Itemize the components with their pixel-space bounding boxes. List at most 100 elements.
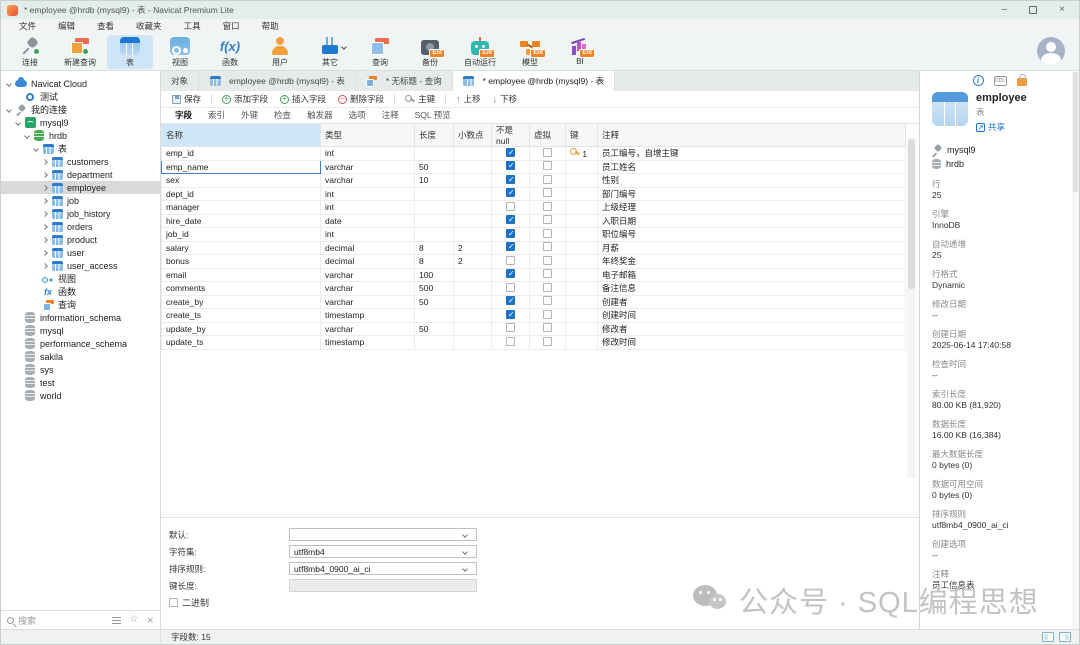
- unchecked-checkbox[interactable]: [543, 188, 552, 197]
- cell-key[interactable]: [566, 268, 598, 282]
- cell-not-null[interactable]: [492, 147, 530, 161]
- field-row-emp_name[interactable]: emp_namevarchar50员工姓名: [162, 160, 906, 174]
- menu-item-帮助[interactable]: 帮助: [252, 19, 289, 33]
- cell-length[interactable]: [415, 201, 454, 215]
- chevron-down-icon[interactable]: [6, 81, 12, 87]
- subtab-字段[interactable]: 字段: [167, 107, 200, 123]
- cell-decimals[interactable]: [454, 228, 492, 242]
- toolbar-button-用户[interactable]: 用户: [257, 35, 303, 69]
- column-header-注释[interactable]: 注释: [598, 124, 906, 147]
- cell-name[interactable]: bonus: [162, 255, 321, 269]
- tree-item-user_access[interactable]: user_access: [1, 259, 160, 272]
- document-tab[interactable]: employee @hrdb (mysql9) - 表: [199, 71, 356, 91]
- cell-not-null[interactable]: [492, 309, 530, 323]
- field-row-hire_date[interactable]: hire_datedate入职日期: [162, 214, 906, 228]
- chevron-right-icon[interactable]: [42, 263, 48, 269]
- tree-item-Navicat Cloud[interactable]: Navicat Cloud: [1, 77, 160, 90]
- cell-name[interactable]: dept_id: [162, 187, 321, 201]
- binary-checkbox[interactable]: [169, 598, 178, 607]
- column-header-名称[interactable]: 名称: [162, 124, 321, 147]
- unchecked-checkbox[interactable]: [543, 148, 552, 157]
- cell-virtual[interactable]: [530, 228, 566, 242]
- cell-key[interactable]: [566, 336, 598, 350]
- checked-checkbox[interactable]: [506, 161, 515, 170]
- filter-icon[interactable]: [112, 617, 121, 624]
- unchecked-checkbox[interactable]: [543, 310, 552, 319]
- cell-decimals[interactable]: 2: [454, 255, 492, 269]
- cell-comment[interactable]: 备注信息: [598, 282, 906, 296]
- key-length-input[interactable]: [289, 579, 477, 592]
- cell-type[interactable]: decimal: [321, 241, 415, 255]
- cell-virtual[interactable]: [530, 268, 566, 282]
- menu-item-收藏夹[interactable]: 收藏夹: [126, 19, 172, 33]
- cell-not-null[interactable]: [492, 174, 530, 188]
- cell-virtual[interactable]: [530, 160, 566, 174]
- cell-type[interactable]: varchar: [321, 282, 415, 296]
- chevron-down-icon[interactable]: [15, 120, 21, 126]
- cell-name[interactable]: emp_id: [162, 147, 321, 161]
- cell-length[interactable]: [415, 147, 454, 161]
- unchecked-checkbox[interactable]: [543, 242, 552, 251]
- form-select[interactable]: utf8mb4_0900_ai_ci: [289, 562, 477, 575]
- subtab-选项[interactable]: 选项: [341, 107, 374, 123]
- cell-length[interactable]: 50: [415, 160, 454, 174]
- cell-decimals[interactable]: [454, 295, 492, 309]
- minimize-button[interactable]: –: [1002, 5, 1008, 15]
- cell-not-null[interactable]: [492, 160, 530, 174]
- cell-type[interactable]: varchar: [321, 160, 415, 174]
- tree-item-测试[interactable]: 测试: [1, 90, 160, 103]
- cell-not-null[interactable]: [492, 282, 530, 296]
- close-button[interactable]: ×: [1059, 5, 1065, 15]
- cell-comment[interactable]: 上级经理: [598, 201, 906, 215]
- subtab-注释[interactable]: 注释: [374, 107, 407, 123]
- cell-type[interactable]: int: [321, 228, 415, 242]
- cell-type[interactable]: varchar: [321, 268, 415, 282]
- cell-not-null[interactable]: [492, 241, 530, 255]
- tree-item-customers[interactable]: customers: [1, 155, 160, 168]
- cell-length[interactable]: [415, 336, 454, 350]
- cell-name[interactable]: manager: [162, 201, 321, 215]
- unchecked-checkbox[interactable]: [543, 175, 552, 184]
- unchecked-checkbox[interactable]: [543, 296, 552, 305]
- checked-checkbox[interactable]: [506, 148, 515, 157]
- restore-button[interactable]: [1029, 6, 1037, 14]
- chevron-right-icon[interactable]: [42, 159, 48, 165]
- primary-key-button[interactable]: 主键: [400, 92, 440, 106]
- chevron-right-icon[interactable]: [42, 224, 48, 230]
- cell-name[interactable]: email: [162, 268, 321, 282]
- menu-item-文件[interactable]: 文件: [9, 19, 46, 33]
- unchecked-checkbox[interactable]: [543, 323, 552, 332]
- cell-length[interactable]: [415, 187, 454, 201]
- cell-not-null[interactable]: [492, 187, 530, 201]
- cell-type[interactable]: timestamp: [321, 309, 415, 323]
- cell-not-null[interactable]: [492, 268, 530, 282]
- checked-checkbox[interactable]: [506, 188, 515, 197]
- tree-item-department[interactable]: department: [1, 168, 160, 181]
- tree-item-information_schema[interactable]: information_schema: [1, 311, 160, 324]
- tree-item-表[interactable]: 表: [1, 142, 160, 155]
- toolbar-button-自动运行[interactable]: Ent自动运行: [457, 35, 503, 69]
- cell-comment[interactable]: 职位编号: [598, 228, 906, 242]
- chevron-down-icon[interactable]: [6, 107, 12, 113]
- cell-name[interactable]: job_id: [162, 228, 321, 242]
- cell-virtual[interactable]: [530, 214, 566, 228]
- tree-item-sakila[interactable]: sakila: [1, 350, 160, 363]
- checked-checkbox[interactable]: [506, 215, 515, 224]
- unchecked-checkbox[interactable]: [543, 337, 552, 346]
- cell-key[interactable]: [566, 228, 598, 242]
- tree-item-employee[interactable]: employee: [1, 181, 160, 194]
- cell-name[interactable]: comments: [162, 282, 321, 296]
- cell-not-null[interactable]: [492, 336, 530, 350]
- save-button[interactable]: 保存: [167, 92, 206, 106]
- cell-decimals[interactable]: [454, 268, 492, 282]
- tree-item-查询[interactable]: 查询: [1, 298, 160, 311]
- cell-key[interactable]: [566, 309, 598, 323]
- toolbar-button-函数[interactable]: f(x)函数: [207, 35, 253, 69]
- cell-length[interactable]: [415, 309, 454, 323]
- subtab-触发器[interactable]: 触发器: [299, 107, 341, 123]
- move-down-button[interactable]: ↓下移: [488, 92, 523, 106]
- cell-virtual[interactable]: [530, 174, 566, 188]
- cell-not-null[interactable]: [492, 228, 530, 242]
- cell-key[interactable]: [566, 201, 598, 215]
- cell-length[interactable]: 50: [415, 322, 454, 336]
